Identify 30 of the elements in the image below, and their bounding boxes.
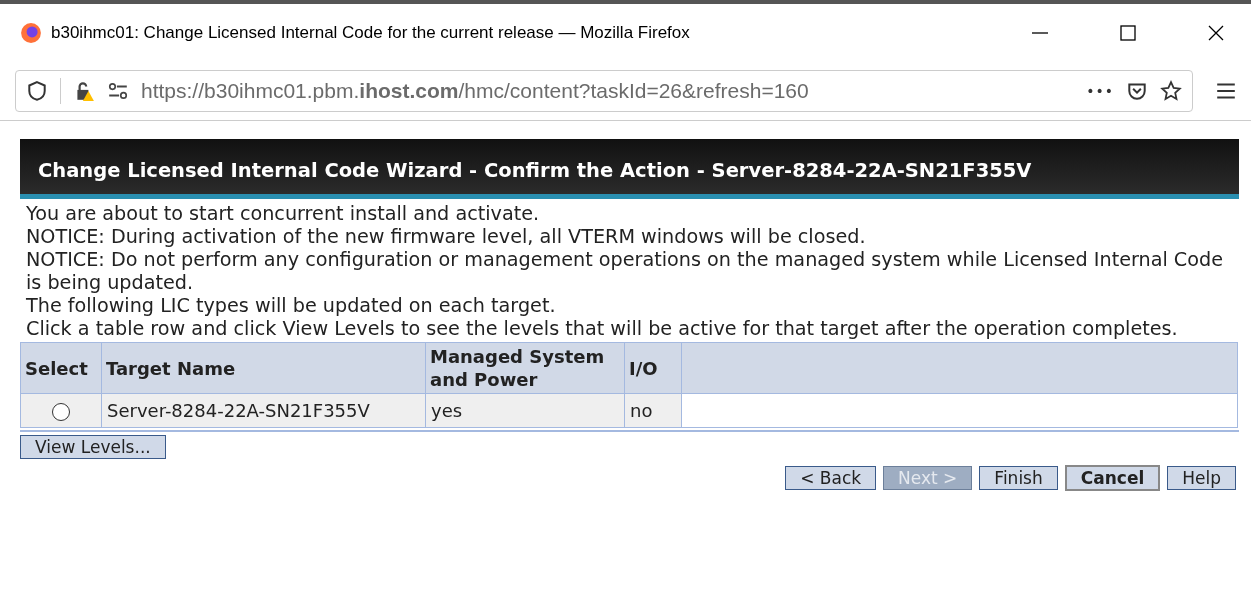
menu-icon[interactable] [1215, 80, 1237, 102]
wizard-button[interactable]: Cancel [1064, 465, 1161, 491]
column-header: Target Name [101, 342, 426, 394]
shield-icon[interactable] [26, 80, 48, 102]
column-header: Managed System and Power [425, 342, 625, 394]
column-header: Select [20, 342, 102, 394]
wizard-header: Change Licensed Internal Code Wizard - Confirm the Action - Server-8284-22A-SN21F355V [20, 139, 1239, 199]
wizard-button[interactable]: Help [1167, 466, 1236, 490]
address-bar[interactable]: https://b30ihmc01.pbm.ihost.com/hmc/content?taskId=26&refresh=160 ••• [15, 70, 1193, 112]
message-text: Click a table row and click View Levels to see the levels that will be active for that target after the operation completes. [25, 317, 1179, 340]
column-header: I/O [624, 342, 682, 394]
wizard-button[interactable]: < Back [785, 466, 877, 490]
message-text: NOTICE: Do not perform any configuration or management operations on the managed system while Licensed Internal Code is being updated. [25, 248, 1224, 294]
row-radio[interactable] [52, 403, 70, 421]
window-title: b30ihmc01: Change Licensed Internal Code for the current release — Mozilla Firefox [51, 23, 690, 43]
wizard-button[interactable]: Finish [979, 466, 1058, 490]
table-cell: no [624, 393, 682, 428]
pocket-icon[interactable] [1126, 80, 1148, 102]
message-text: The following LIC types will be updated on each target. [25, 294, 557, 317]
table-cell: yes [425, 393, 625, 428]
view-levels-button[interactable]: View Levels... [20, 435, 166, 459]
table-cell: Server-8284-22A-SN21F355V [101, 393, 426, 428]
star-icon[interactable] [1160, 80, 1182, 102]
page-actions-menu[interactable]: ••• [1086, 83, 1114, 99]
permissions-icon[interactable] [107, 80, 129, 102]
maximize-icon[interactable] [1118, 23, 1138, 43]
url-text[interactable]: https://b30ihmc01.pbm.ihost.com/hmc/content?taskId=26&refresh=160 [141, 79, 1075, 103]
message-text: You are about to start concurrent install and activate. [25, 202, 541, 225]
message-text: NOTICE: During activation of the new firmware level, all VTERM windows will be closed. [25, 225, 867, 248]
close-icon[interactable] [1206, 23, 1226, 43]
